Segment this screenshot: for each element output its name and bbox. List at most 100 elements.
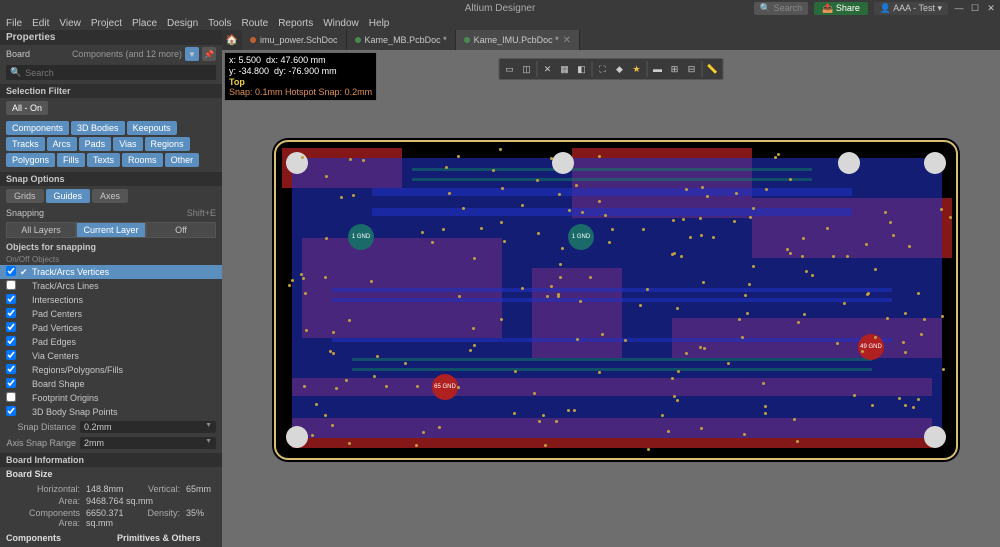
menu-file[interactable]: File: [6, 18, 22, 29]
chip-all-on[interactable]: All - On: [6, 101, 48, 115]
snap-item-checkbox[interactable]: [6, 336, 16, 346]
snap-item-label: Via Centers: [32, 351, 79, 361]
snap-item-checkbox[interactable]: [6, 392, 16, 402]
menu-tools[interactable]: Tools: [208, 18, 231, 29]
chip-texts[interactable]: Texts: [87, 153, 120, 167]
chip-polygons[interactable]: Polygons: [6, 153, 55, 167]
tool-mask[interactable]: ▦: [557, 61, 573, 77]
section-board-info[interactable]: Board Information: [0, 453, 222, 467]
snap-item-label: Regions/Polygons/Fills: [32, 365, 123, 375]
snap-item-4[interactable]: Pad Vertices: [0, 321, 222, 335]
gnd-pad-1: 1 GND: [348, 224, 374, 250]
tab-grids[interactable]: Grids: [6, 189, 44, 203]
snap-item-checkbox[interactable]: [6, 406, 16, 416]
snap-item-3[interactable]: Pad Centers: [0, 307, 222, 321]
snap-layer-segments: All Layers Current Layer Off: [6, 222, 216, 238]
snap-item-8[interactable]: Board Shape: [0, 377, 222, 391]
menu-place[interactable]: Place: [132, 18, 157, 29]
title-bar: Altium Designer 🔍 Search 📤 Share 👤 AAA -…: [0, 0, 1000, 16]
panel-search[interactable]: 🔍: [6, 65, 216, 80]
pcb-canvas[interactable]: x: 5.500 dx: 47.600 mm y: -34.800 dy: -7…: [222, 50, 1000, 547]
minimize-button[interactable]: —: [954, 3, 964, 13]
snap-item-9[interactable]: Footprint Origins: [0, 391, 222, 405]
panel-search-input[interactable]: [25, 68, 212, 78]
menu-help[interactable]: Help: [369, 18, 390, 29]
tool-grid[interactable]: ⊟: [684, 61, 700, 77]
tool-highlight[interactable]: ★: [629, 61, 645, 77]
gnd-pad-65: 65 GND: [432, 374, 458, 400]
menu-design[interactable]: Design: [167, 18, 198, 29]
maximize-button[interactable]: ☐: [970, 3, 980, 13]
chip-pads[interactable]: Pads: [79, 137, 112, 151]
snap-item-checkbox[interactable]: [6, 294, 16, 304]
snap-item-7[interactable]: Regions/Polygons/Fills: [0, 363, 222, 377]
tool-single-layer[interactable]: ▬: [650, 61, 666, 77]
snap-item-checkbox[interactable]: [6, 308, 16, 318]
close-icon[interactable]: ✕: [563, 35, 571, 46]
menu-bar: File Edit View Project Place Design Tool…: [0, 16, 1000, 30]
snap-item-1[interactable]: Track/Arcs Lines: [0, 279, 222, 293]
seg-all-layers[interactable]: All Layers: [6, 222, 76, 238]
filter-label: Components (and 12 more): [72, 49, 182, 59]
tool-dim[interactable]: ◧: [574, 61, 590, 77]
tab-guides[interactable]: Guides: [46, 189, 91, 203]
snap-item-checkbox[interactable]: [6, 280, 16, 290]
seg-current-layer[interactable]: Current Layer: [76, 222, 146, 238]
chip-components[interactable]: Components: [6, 121, 69, 135]
chip-arcs[interactable]: Arcs: [47, 137, 77, 151]
snap-item-checkbox[interactable]: [6, 350, 16, 360]
menu-route[interactable]: Route: [242, 18, 269, 29]
snap-item-6[interactable]: Via Centers: [0, 349, 222, 363]
close-button[interactable]: ✕: [986, 3, 996, 13]
chip-vias[interactable]: Vias: [113, 137, 142, 151]
chip-tracks[interactable]: Tracks: [6, 137, 45, 151]
section-selection-filter[interactable]: Selection Filter: [0, 84, 222, 98]
tool-zoom-fit[interactable]: ⛶: [595, 61, 611, 77]
chip-keepouts[interactable]: Keepouts: [127, 121, 177, 135]
snap-item-checkbox[interactable]: [6, 364, 16, 374]
tab-pcb-imu[interactable]: Kame_IMU.PcbDoc *✕: [456, 30, 580, 50]
snap-item-2[interactable]: Intersections: [0, 293, 222, 307]
chip-regions[interactable]: Regions: [145, 137, 190, 151]
chip-other[interactable]: Other: [165, 153, 200, 167]
section-snap-options[interactable]: Snap Options: [0, 172, 222, 186]
snap-item-checkbox[interactable]: [6, 378, 16, 388]
pin-button[interactable]: 📌: [202, 47, 216, 61]
axis-range-input[interactable]: 2mm▼: [80, 437, 216, 449]
chip-3d-bodies[interactable]: 3D Bodies: [71, 121, 125, 135]
menu-edit[interactable]: Edit: [32, 18, 49, 29]
menu-reports[interactable]: Reports: [278, 18, 313, 29]
snap-distance-input[interactable]: 0.2mm▼: [80, 421, 216, 433]
chip-rooms[interactable]: Rooms: [122, 153, 163, 167]
snap-item-label: Intersections: [32, 295, 83, 305]
snap-item-5[interactable]: Pad Edges: [0, 335, 222, 349]
share-button[interactable]: 📤 Share: [814, 2, 868, 15]
document-tabs: 🏠 imu_power.SchDoc Kame_MB.PcbDoc * Kame…: [222, 30, 1000, 50]
gnd-pad-2: 1 GND: [568, 224, 594, 250]
snap-item-checkbox[interactable]: [6, 322, 16, 332]
filter-button[interactable]: ▼: [185, 47, 199, 61]
menu-project[interactable]: Project: [91, 18, 122, 29]
tab-schdoc[interactable]: imu_power.SchDoc: [242, 30, 347, 50]
menu-view[interactable]: View: [59, 18, 81, 29]
snapping-label: Snapping: [6, 208, 44, 218]
tool-select[interactable]: ▭: [502, 61, 518, 77]
tool-net-color[interactable]: ◆: [612, 61, 628, 77]
seg-off[interactable]: Off: [146, 222, 216, 238]
home-tab[interactable]: 🏠: [222, 30, 242, 50]
snap-item-0[interactable]: ✔Track/Arcs Vertices: [0, 265, 222, 279]
primitives-title: Primitives & Others: [111, 531, 222, 545]
menu-window[interactable]: Window: [323, 18, 359, 29]
global-search[interactable]: 🔍 Search: [754, 2, 808, 15]
tab-pcb-mb[interactable]: Kame_MB.PcbDoc *: [347, 30, 456, 50]
tool-lasso[interactable]: ◫: [519, 61, 535, 77]
snap-item-checkbox[interactable]: [6, 266, 16, 276]
snap-item-10[interactable]: 3D Body Snap Points: [0, 405, 222, 419]
user-menu[interactable]: 👤 AAA - Test ▾: [874, 2, 948, 15]
val-density: 35%: [186, 508, 216, 528]
tool-altium[interactable]: ⊞: [667, 61, 683, 77]
tab-axes[interactable]: Axes: [92, 189, 128, 203]
chip-fills[interactable]: Fills: [57, 153, 85, 167]
tool-measure[interactable]: 📏: [705, 61, 721, 77]
tool-clear[interactable]: ✕: [540, 61, 556, 77]
